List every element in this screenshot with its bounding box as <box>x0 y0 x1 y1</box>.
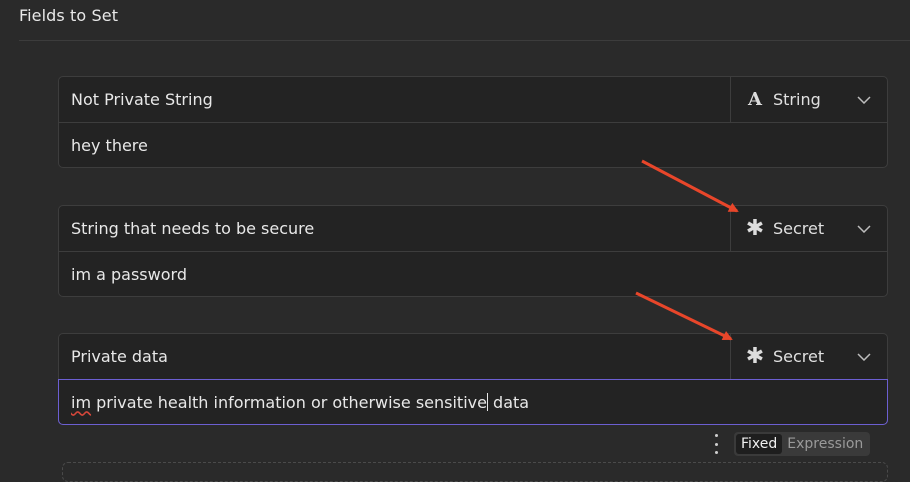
type-select-dropdown[interactable]: A String <box>731 77 887 122</box>
fixed-option[interactable]: Fixed <box>736 434 783 454</box>
field-row-1: Not Private String A String hey there <box>58 76 888 168</box>
field-name-input[interactable]: String that needs to be secure <box>59 206 731 251</box>
annotation-arrow-1 <box>641 159 739 213</box>
value-text-after-caret: data <box>487 392 530 412</box>
section-divider <box>19 40 910 41</box>
field-header: Private data ✱ Secret <box>59 334 887 380</box>
chevron-down-icon <box>853 95 875 104</box>
string-type-icon: A <box>748 89 762 110</box>
field-header: Not Private String A String <box>59 77 887 123</box>
type-select-dropdown[interactable]: ✱ Secret <box>731 206 887 251</box>
chevron-down-icon <box>853 224 875 233</box>
field-header: String that needs to be secure ✱ Secret <box>59 206 887 252</box>
field-value-input-focused[interactable]: im private health information or otherwi… <box>58 379 888 425</box>
field-name-input[interactable]: Not Private String <box>59 77 731 122</box>
value-text: private health information or otherwise … <box>91 392 487 412</box>
add-field-dropzone[interactable] <box>62 462 888 482</box>
field-value-input[interactable]: im a password <box>59 252 887 296</box>
chevron-down-icon <box>853 352 875 361</box>
field-value-input[interactable]: hey there <box>59 123 887 167</box>
secret-asterisk-icon: ✱ <box>745 216 765 241</box>
field-row-2: String that needs to be secure ✱ Secret … <box>58 205 888 297</box>
fixed-expression-toggle[interactable]: Fixed Expression <box>734 432 871 456</box>
value-mode-bar: Fixed Expression <box>712 431 871 457</box>
section-title: Fields to Set <box>19 6 119 25</box>
type-select-dropdown[interactable]: ✱ Secret <box>731 334 887 379</box>
misspelled-word: im <box>71 392 92 412</box>
more-options-icon[interactable] <box>712 434 720 454</box>
type-select-label: Secret <box>773 219 825 238</box>
type-select-label: String <box>773 90 821 109</box>
field-name-input[interactable]: Private data <box>59 334 731 379</box>
expression-option[interactable]: Expression <box>782 434 868 454</box>
type-select-label: Secret <box>773 347 825 366</box>
field-row-3: Private data ✱ Secret im private health … <box>58 333 888 425</box>
secret-asterisk-icon: ✱ <box>745 344 765 369</box>
